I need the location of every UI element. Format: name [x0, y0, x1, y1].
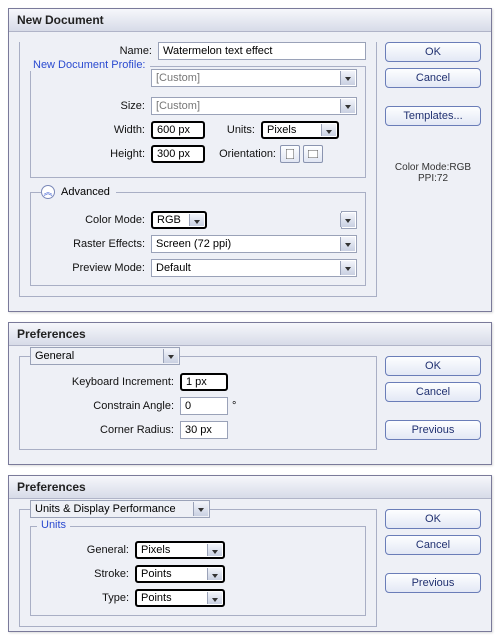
advanced-label: Advanced — [61, 186, 110, 198]
colormode-extra-combo[interactable] — [341, 211, 357, 229]
cancel-button[interactable]: Cancel — [385, 535, 481, 555]
previous-button[interactable]: Previous — [385, 420, 481, 440]
general-combo[interactable]: Pixels — [135, 541, 225, 559]
name-input[interactable]: Watermelon text effect — [158, 42, 366, 60]
preview-combo[interactable]: Default — [151, 259, 357, 277]
section-combo[interactable]: General — [30, 347, 180, 365]
orientation-portrait-icon[interactable] — [280, 145, 300, 163]
type-combo[interactable]: Points — [135, 589, 225, 607]
keyboard-input[interactable]: 1 px — [180, 373, 228, 391]
units-label: Units: — [205, 124, 261, 136]
width-label: Width: — [39, 124, 151, 136]
raster-combo[interactable]: Screen (72 ppi) — [151, 235, 357, 253]
chevron-up-icon: ︽ — [41, 185, 55, 199]
height-label: Height: — [39, 148, 151, 160]
ok-button[interactable]: OK — [385, 42, 481, 62]
size-label: Size: — [39, 100, 151, 112]
stroke-label: Stroke: — [39, 568, 135, 580]
general-label: General: — [39, 544, 135, 556]
preview-label: Preview Mode: — [39, 262, 151, 274]
units-combo[interactable]: Pixels — [261, 121, 339, 139]
previous-button[interactable]: Previous — [385, 573, 481, 593]
orientation-landscape-icon[interactable] — [303, 145, 323, 163]
profile-label: New Document Profile: — [29, 59, 150, 71]
preferences-units-dialog: Preferences Units & Display Performance … — [8, 475, 492, 632]
new-document-dialog: New Document Name: Watermelon text effec… — [8, 8, 492, 312]
orientation-label: Orientation: — [205, 148, 280, 160]
type-label: Type: — [39, 592, 135, 604]
preferences-general-dialog: Preferences General Keyboard Increment: … — [8, 322, 492, 465]
dialog-title: Preferences — [9, 476, 491, 499]
size-combo[interactable]: [Custom] — [151, 97, 357, 115]
constrain-input[interactable]: 0 — [180, 397, 228, 415]
colormode-combo[interactable]: RGB — [151, 211, 207, 229]
advanced-toggle[interactable]: ︽ Advanced — [41, 185, 116, 199]
height-input[interactable]: 300 px — [151, 145, 205, 163]
cancel-button[interactable]: Cancel — [385, 382, 481, 402]
colormode-label: Color Mode: — [39, 214, 151, 226]
profile-combo[interactable]: [Custom] — [151, 69, 357, 87]
units-group-label: Units — [37, 519, 70, 531]
ok-button[interactable]: OK — [385, 509, 481, 529]
width-input[interactable]: 600 px — [151, 121, 205, 139]
keyboard-label: Keyboard Increment: — [30, 376, 180, 388]
info-text: Color Mode:RGB PPI:72 — [385, 162, 481, 184]
degree-symbol: ° — [232, 400, 236, 412]
corner-label: Corner Radius: — [30, 424, 180, 436]
dialog-title: Preferences — [9, 323, 491, 346]
name-label: Name: — [30, 45, 158, 57]
ok-button[interactable]: OK — [385, 356, 481, 376]
raster-label: Raster Effects: — [39, 238, 151, 250]
section-combo[interactable]: Units & Display Performance — [30, 500, 210, 518]
stroke-combo[interactable]: Points — [135, 565, 225, 583]
dialog-title: New Document — [9, 9, 491, 32]
corner-input[interactable]: 30 px — [180, 421, 228, 439]
cancel-button[interactable]: Cancel — [385, 68, 481, 88]
constrain-label: Constrain Angle: — [30, 400, 180, 412]
templates-button[interactable]: Templates... — [385, 106, 481, 126]
